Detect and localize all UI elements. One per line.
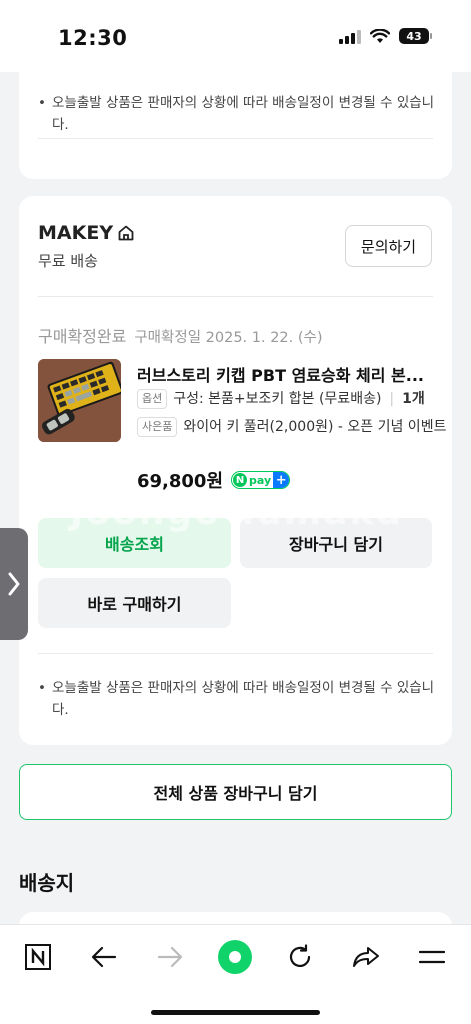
- green-dot-button[interactable]: [215, 939, 255, 975]
- wifi-icon: [370, 28, 390, 43]
- refresh-icon: [289, 944, 311, 968]
- naver-n-icon: [25, 944, 51, 970]
- shipping-address-card: [19, 912, 452, 924]
- product-thumbnail[interactable]: [38, 359, 121, 442]
- menu-icon: [419, 950, 445, 964]
- gift-row: 사은품 와이어 키 풀러(2,000원) - 오픈 기념 이벤트: [137, 416, 452, 438]
- divider: [38, 138, 433, 139]
- refresh-button[interactable]: [280, 939, 320, 975]
- status-icons: 43: [339, 28, 432, 44]
- green-dot-home-icon: [218, 940, 252, 974]
- order-detail-scroll[interactable]: • 오늘출발 상품은 판매자의 상황에 따라 배송일정이 변경될 수 있습니다. …: [0, 72, 471, 924]
- shipping-address-title: 배송지: [19, 871, 75, 895]
- price-row: 69,800원 N pay +: [137, 467, 291, 493]
- battery-icon: 43: [399, 28, 432, 44]
- chevron-right-icon: [8, 572, 20, 596]
- share-icon: [353, 947, 379, 967]
- option-text: 구성: 본품+보조키 합본 (무료배송): [173, 391, 382, 407]
- side-panel-handle[interactable]: [0, 528, 28, 640]
- plus-icon: +: [273, 472, 290, 488]
- inquiry-button[interactable]: 문의하기: [345, 225, 432, 267]
- buy-now-button[interactable]: 바로 구매하기: [38, 578, 231, 628]
- delivery-notice: • 오늘출발 상품은 판매자의 상황에 따라 배송일정이 변경될 수 있습니다.: [38, 677, 436, 721]
- previous-order-card: • 오늘출발 상품은 판매자의 상황에 따라 배송일정이 변경될 수 있습니다.: [19, 72, 452, 179]
- gift-text: 와이어 키 풀러(2,000원) - 오픈 기념 이벤트: [183, 419, 447, 435]
- option-row: 옵션 구성: 본품+보조키 합본 (무료배송) | 1개: [137, 388, 425, 410]
- add-to-cart-button[interactable]: 장바구니 담기: [240, 518, 432, 568]
- track-delivery-button[interactable]: 배송조회: [38, 518, 231, 568]
- status-time: 12:30: [58, 26, 128, 50]
- share-button[interactable]: [346, 939, 386, 975]
- seller-shipping: 무료 배송: [38, 252, 98, 270]
- naver-home-button[interactable]: [18, 939, 58, 975]
- browser-toolbar: [0, 924, 471, 1024]
- divider: [38, 296, 433, 297]
- order-status-label: 구매확정완료: [38, 327, 127, 346]
- price: 69,800원: [137, 471, 224, 492]
- forward-button[interactable]: [150, 939, 190, 975]
- delivery-notice: • 오늘출발 상품은 판매자의 상황에 따라 배송일정이 변경될 수 있습니다.: [38, 92, 436, 136]
- add-all-to-cart-button[interactable]: 전체 상품 장바구니 담기: [19, 764, 452, 820]
- separator: |: [389, 391, 395, 407]
- gift-tag: 사은품: [137, 417, 178, 437]
- seller-name-text: MAKEY: [38, 222, 114, 244]
- product-name[interactable]: 러브스토리 키캡 PBT 염료승화 체리 본...: [137, 362, 435, 386]
- seller-name[interactable]: MAKEY: [38, 222, 135, 244]
- cellular-signal-icon: [339, 29, 361, 44]
- confirm-date: 구매확정일 2025. 1. 22. (수): [134, 330, 323, 346]
- order-card: MAKEY 무료 배송 문의하기 구매확정완료 구매확정일 2025. 1. 2…: [19, 196, 452, 745]
- home-indicator: [151, 1010, 320, 1015]
- npay-plus-badge: N pay +: [231, 471, 291, 489]
- npay-label: pay: [249, 473, 272, 487]
- delivery-notice-text: 오늘출발 상품은 판매자의 상황에 따라 배송일정이 변경될 수 있습니다.: [52, 95, 435, 133]
- option-tag: 옵션: [137, 389, 168, 409]
- divider: [38, 653, 433, 654]
- menu-button[interactable]: [412, 939, 452, 975]
- naver-n-icon: N: [233, 473, 248, 487]
- forward-arrow-icon: [157, 946, 183, 968]
- quantity: 1개: [402, 391, 425, 407]
- battery-level: 43: [406, 29, 422, 43]
- back-arrow-icon: [91, 946, 117, 968]
- delivery-notice-text: 오늘출발 상품은 판매자의 상황에 따라 배송일정이 변경될 수 있습니다.: [52, 680, 435, 718]
- order-status: 구매확정완료 구매확정일 2025. 1. 22. (수): [38, 323, 323, 347]
- back-button[interactable]: [84, 939, 124, 975]
- store-home-icon: [118, 225, 134, 241]
- status-bar: 12:30 43: [0, 0, 471, 72]
